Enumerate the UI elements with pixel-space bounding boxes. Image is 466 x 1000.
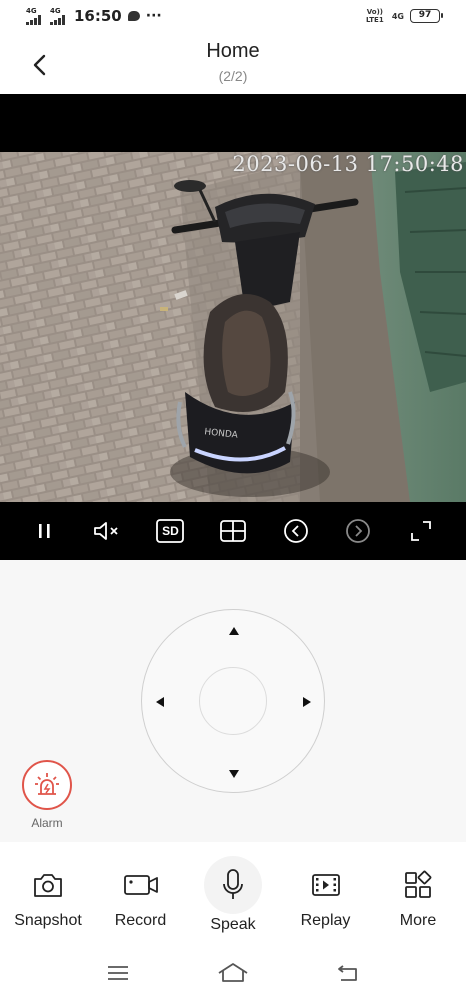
camera-frame-image: HONDA — [0, 152, 466, 502]
video-timestamp: 2023-06-13 17:50:48 — [232, 152, 464, 176]
more-notifications-indicator: ··· — [145, 8, 162, 24]
fullscreen-button[interactable] — [404, 514, 438, 548]
action-toolbar: Snapshot Record Speak Replay More — [0, 842, 466, 946]
alarm-button[interactable]: Alarm — [20, 760, 74, 830]
pan-up-icon[interactable] — [229, 627, 239, 635]
quality-toggle-button[interactable]: SD — [153, 514, 187, 548]
alarm-label: Alarm — [31, 816, 63, 830]
video-player[interactable]: HONDA 2023-06-13 17:50:48 SD — [0, 94, 466, 560]
speaker-muted-icon — [93, 522, 118, 540]
status-bar: 4G 4G 16:50 ··· Vo)) LTE1 4G 97 — [0, 0, 466, 36]
signal-strength-icon: 4G — [50, 6, 68, 25]
video-camera-icon — [123, 875, 158, 895]
pan-down-icon[interactable] — [229, 770, 239, 778]
recent-apps-button[interactable] — [98, 958, 138, 988]
home-icon — [218, 963, 248, 982]
fullscreen-icon — [410, 521, 431, 541]
ptz-joystick[interactable] — [141, 609, 325, 793]
microphone-icon — [223, 869, 243, 899]
return-arrow-icon — [338, 965, 358, 981]
page-title: Home — [206, 40, 260, 62]
previous-camera-button[interactable] — [279, 514, 313, 548]
camera-feed[interactable]: HONDA 2023-06-13 17:50:48 — [0, 152, 466, 502]
alarm-circle — [22, 760, 72, 810]
speak-label: Speak — [210, 916, 256, 933]
network-type-icon: 4G — [392, 12, 404, 21]
message-notification-icon — [127, 11, 140, 21]
video-controls: SD — [0, 502, 466, 560]
more-button[interactable]: More — [372, 842, 464, 946]
quality-label: SD — [162, 524, 179, 538]
grid-view-icon — [220, 520, 246, 542]
battery-level: 97 — [418, 10, 432, 20]
grid-view-button[interactable] — [216, 514, 250, 548]
replay-label: Replay — [300, 912, 351, 929]
pause-icon — [39, 524, 50, 538]
circle-chevron-right-icon — [346, 519, 370, 543]
network-type-label: 4G — [391, 11, 404, 21]
camera-index: (2/2) — [218, 68, 248, 84]
camera-icon — [34, 874, 62, 897]
mute-button[interactable] — [91, 514, 125, 548]
replay-button[interactable]: Replay — [280, 842, 372, 946]
speak-button[interactable]: Speak — [187, 842, 279, 946]
joystick-center[interactable] — [199, 667, 267, 735]
next-camera-button[interactable] — [341, 514, 375, 548]
signal-label: 4G — [50, 6, 61, 15]
siren-icon — [35, 773, 59, 795]
home-button[interactable] — [213, 958, 253, 988]
menu-icon — [107, 966, 128, 980]
grid-shapes-icon — [405, 870, 432, 898]
pause-button[interactable] — [28, 514, 62, 548]
status-time: 16:50 — [74, 7, 122, 25]
snapshot-label: Snapshot — [14, 912, 82, 929]
signal-strength-icon: 4G — [26, 6, 44, 25]
app-header: Home (2/2) — [0, 36, 466, 94]
more-label: More — [399, 912, 437, 929]
ptz-control-area: Alarm — [0, 560, 466, 842]
record-button[interactable]: Record — [95, 842, 187, 946]
record-label: Record — [114, 912, 167, 929]
battery-icon: 97 — [410, 9, 443, 23]
pan-right-icon[interactable] — [303, 697, 311, 707]
film-icon — [311, 874, 340, 896]
volte-label: Vo)) LTE1 — [365, 8, 384, 24]
system-back-button[interactable] — [328, 958, 368, 988]
signal-label: 4G — [26, 6, 37, 15]
snapshot-button[interactable]: Snapshot — [2, 842, 94, 946]
system-nav-bar — [0, 946, 466, 1000]
pan-left-icon[interactable] — [156, 697, 164, 707]
circle-chevron-left-icon — [283, 519, 308, 543]
